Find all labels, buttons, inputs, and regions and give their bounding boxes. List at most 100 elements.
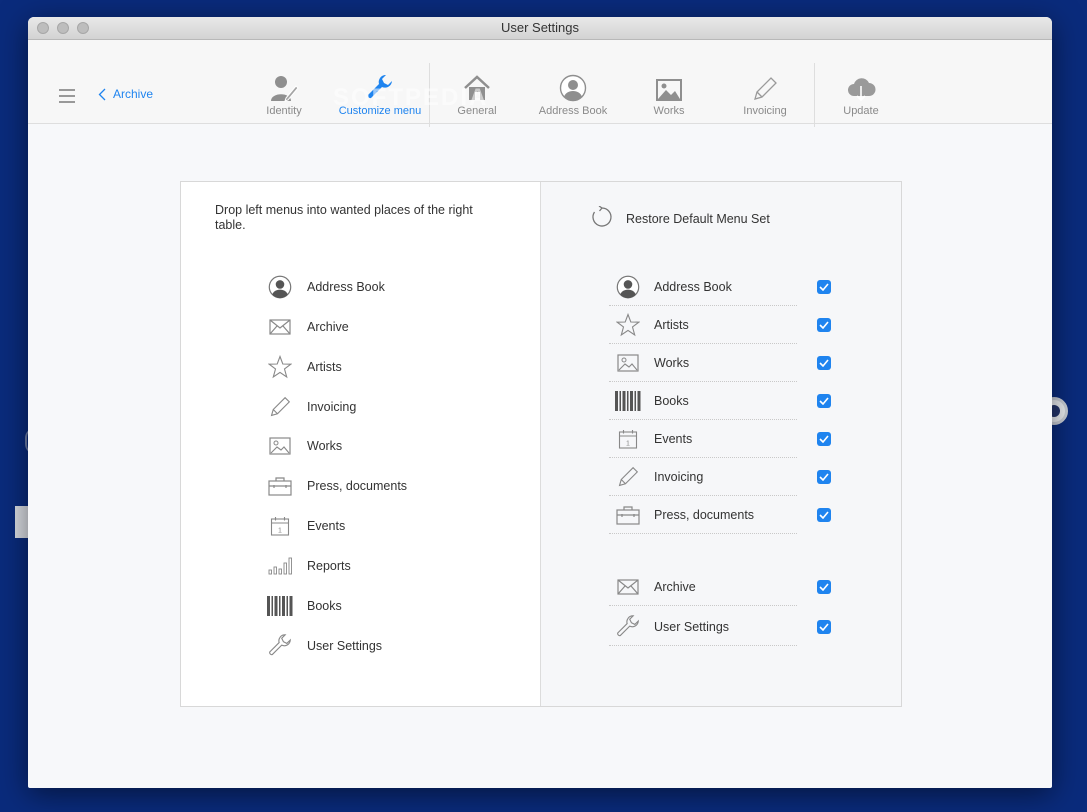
left-item-label: Books (307, 599, 342, 613)
calendar-icon: 1 (270, 517, 290, 536)
pencil-icon (618, 466, 639, 486)
left-item-label: User Settings (307, 639, 383, 653)
desktop-decoration (15, 506, 29, 538)
pencil-icon (754, 77, 777, 100)
window-title: User Settings (500, 20, 580, 35)
briefcase-icon (616, 505, 640, 525)
tab-update[interactable]: Update (815, 72, 907, 117)
left-item-user-settings[interactable]: User Settings (267, 633, 382, 659)
user-settings-checkbox[interactable] (817, 620, 831, 634)
restore-default-label: Restore Default Menu Set (626, 211, 770, 226)
instruction-text: Drop left menus into wanted places of th… (215, 203, 473, 232)
checkmark-icon (819, 359, 829, 367)
right-item-works[interactable]: Works (609, 344, 797, 382)
title-bar: User Settings (28, 17, 1052, 40)
envelope-icon (269, 319, 291, 335)
left-item-label: Press, documents (307, 479, 408, 493)
right-item-address-book[interactable]: Address Book (609, 268, 797, 306)
left-item-label: Works (307, 439, 343, 453)
zoom-window-button[interactable] (77, 22, 89, 34)
right-item-press-documents[interactable]: Press, documents (609, 496, 797, 534)
right-item-archive[interactable]: Archive (609, 568, 797, 606)
toolbar: Archive Identity Customize menu General … (28, 40, 1052, 127)
archive-checkbox[interactable] (817, 580, 831, 594)
invoicing-checkbox[interactable] (817, 470, 831, 484)
cloud-download-icon (848, 78, 876, 102)
right-item-artists[interactable]: Artists (609, 306, 797, 344)
left-item-press-documents[interactable]: Press, documents (267, 473, 407, 499)
watermark: SOFTPEDIA (333, 84, 489, 111)
left-item-books[interactable]: Books (267, 593, 342, 619)
image-icon (617, 353, 639, 372)
left-item-address-book[interactable]: Address Book (267, 274, 385, 300)
right-item-invoicing[interactable]: Invoicing (609, 458, 797, 496)
tab-update-label: Update (843, 105, 879, 117)
tab-invoicing-label: Invoicing (743, 105, 787, 117)
right-item-books[interactable]: Books (609, 382, 797, 420)
address-book-checkbox[interactable] (817, 280, 831, 294)
right-item-label: Invoicing (654, 469, 704, 484)
right-item-label: User Settings (654, 619, 730, 634)
back-button[interactable]: Archive (98, 87, 153, 101)
left-item-invoicing[interactable]: Invoicing (267, 394, 356, 420)
checkmark-icon (819, 583, 829, 591)
checkmark-icon (819, 623, 829, 631)
menu-customize-panel: Drop left menus into wanted places of th… (180, 181, 902, 707)
tab-address-book-label: Address Book (538, 105, 608, 117)
star-icon (268, 355, 292, 379)
back-label: Archive (113, 87, 154, 101)
checkmark-icon (819, 473, 829, 481)
right-item-label: Books (654, 393, 689, 408)
press-documents-checkbox[interactable] (817, 508, 831, 522)
svg-text:1: 1 (278, 528, 282, 535)
barcode-icon (267, 596, 293, 616)
active-menus-panel: Restore Default Menu Set Address Book Ar… (541, 182, 901, 706)
tab-identity-label: Identity (266, 105, 302, 117)
left-item-label: Reports (307, 559, 351, 573)
left-item-label: Invoicing (307, 400, 357, 414)
refresh-icon (592, 205, 612, 227)
pencil-icon (270, 396, 291, 417)
checkmark-icon (819, 321, 829, 329)
person-icon (559, 74, 587, 102)
tab-address-book[interactable]: Address Book (527, 72, 619, 117)
books-checkbox[interactable] (817, 394, 831, 408)
checkmark-icon (819, 511, 829, 519)
right-item-label: Address Book (654, 279, 732, 294)
close-window-button[interactable] (37, 22, 49, 34)
left-item-label: Artists (307, 360, 342, 374)
left-item-label: Events (307, 519, 346, 533)
identity-icon (271, 76, 299, 102)
left-item-works[interactable]: Works (267, 433, 342, 459)
image-icon (656, 79, 682, 101)
tab-works[interactable]: Works (623, 72, 715, 117)
person-icon (616, 275, 640, 298)
user-settings-window: User Settings Archive Identity Customize… (28, 17, 1052, 788)
available-menus-panel: Drop left menus into wanted places of th… (181, 182, 541, 706)
works-checkbox[interactable] (817, 356, 831, 370)
person-icon (268, 275, 292, 299)
left-item-artists[interactable]: Artists (267, 354, 342, 380)
right-item-events[interactable]: 1 Events (609, 420, 797, 458)
tab-works-label: Works (653, 105, 685, 117)
artists-checkbox[interactable] (817, 318, 831, 332)
right-item-label: Press, documents (654, 507, 755, 522)
hamburger-menu-icon[interactable] (59, 89, 75, 103)
envelope-icon (617, 578, 639, 595)
restore-default-button[interactable]: Restore Default Menu Set (591, 205, 770, 231)
left-item-events[interactable]: 1 Events (267, 513, 345, 539)
calendar-icon: 1 (618, 429, 638, 449)
briefcase-icon (268, 477, 292, 496)
right-item-user-settings[interactable]: User Settings (609, 608, 797, 646)
checkmark-icon (819, 283, 829, 291)
tab-identity[interactable]: Identity (238, 72, 330, 117)
events-checkbox[interactable] (817, 432, 831, 446)
left-item-reports[interactable]: Reports (267, 553, 351, 579)
minimize-window-button[interactable] (57, 22, 69, 34)
tab-invoicing[interactable]: Invoicing (719, 72, 811, 117)
wrench-icon (269, 634, 291, 656)
image-icon (269, 437, 291, 455)
chevron-left-icon (98, 88, 106, 100)
left-item-archive[interactable]: Archive (267, 314, 349, 340)
left-item-label: Archive (307, 320, 349, 334)
